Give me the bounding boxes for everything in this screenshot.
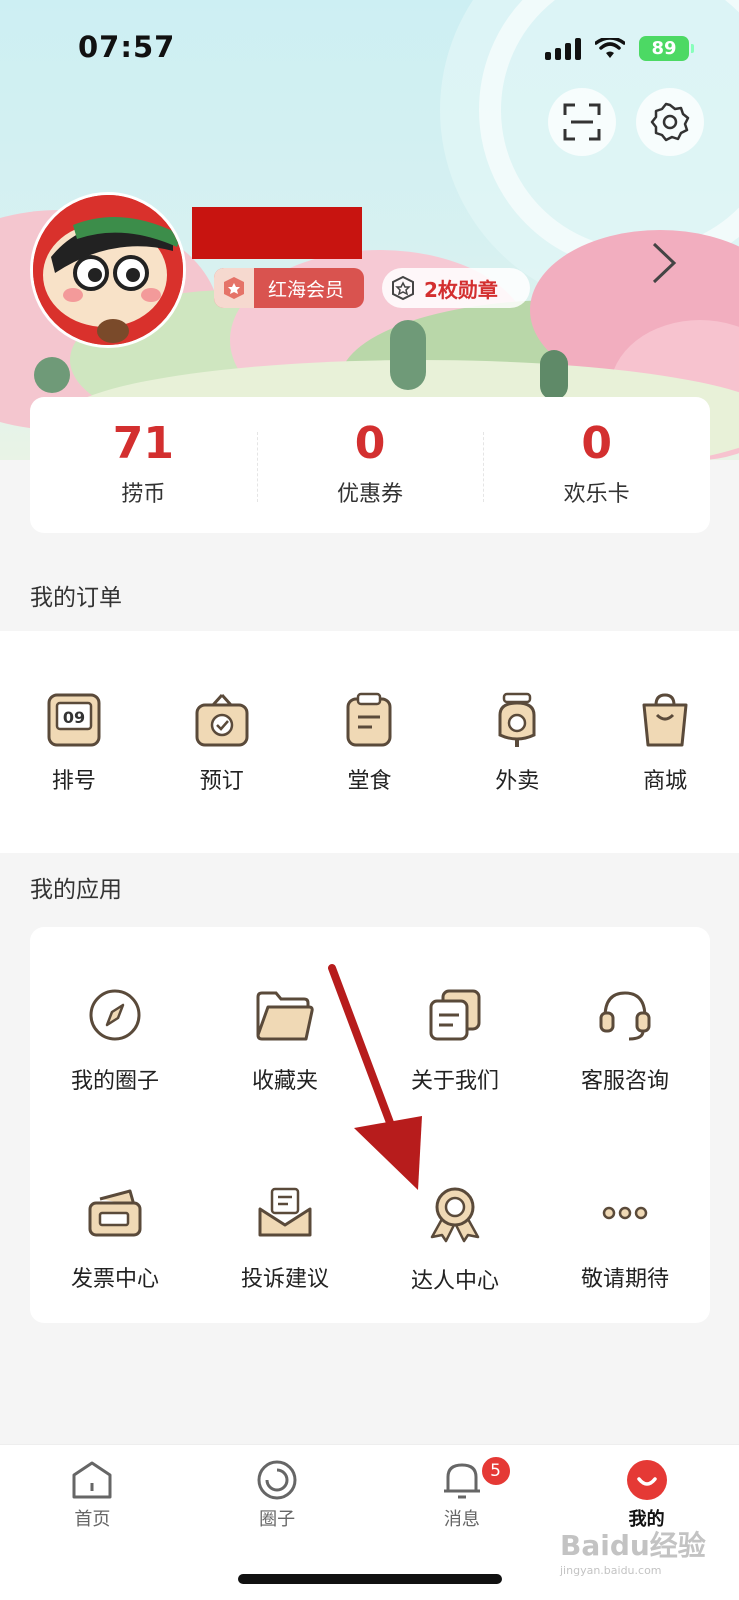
notification-badge: 5 (479, 1455, 512, 1487)
tab-label: 消息 (443, 1509, 480, 1530)
home-indicator (238, 1574, 502, 1584)
gear-icon (650, 102, 690, 142)
vip-label: 红海会员 (268, 278, 345, 301)
apps-section-title: 我的应用 (30, 877, 122, 903)
app-item-feedback[interactable]: 投诉建议 (200, 1125, 370, 1323)
app-item-expert-center[interactable]: 达人中心 (370, 1125, 540, 1323)
order-item-delivery[interactable]: 外卖 (443, 631, 591, 853)
stat-value: 0 (581, 418, 612, 469)
shopping-bag-icon (642, 693, 688, 747)
folder-icon (256, 991, 314, 1041)
app-item-coming-soon[interactable]: 敬请期待 (540, 1125, 710, 1323)
order-item-dine-in[interactable]: 堂食 (296, 631, 444, 853)
watermark: Baidu经验 jingyan.baidu.com (560, 1524, 706, 1577)
apps-grid: 我的圈子 收藏夹 关于我们 客服咨询 发票中心 投诉建议 达人中心 敬请期待 (30, 927, 710, 1323)
order-item-label: 商城 (643, 769, 688, 794)
circle-icon (257, 1460, 297, 1500)
avatar-image (33, 195, 183, 345)
queue-icon-number: 09 (63, 708, 85, 727)
tab-home[interactable]: 首页 (0, 1445, 185, 1600)
tab-label: 圈子 (259, 1509, 296, 1530)
bell-icon (443, 1463, 480, 1499)
app-item-label: 我的圈子 (70, 1069, 159, 1094)
award-icon (430, 1187, 480, 1243)
vip-icon (224, 277, 244, 299)
app-item-label: 投诉建议 (240, 1267, 329, 1292)
app-item-favorites[interactable]: 收藏夹 (200, 927, 370, 1125)
invoice-icon (88, 1189, 142, 1237)
compass-icon (89, 989, 141, 1041)
app-item-customer-service[interactable]: 客服咨询 (540, 927, 710, 1125)
stat-value: 0 (354, 418, 386, 469)
queue-number-icon: 09 (47, 693, 101, 747)
reservation-icon (195, 693, 249, 747)
medal-label: 2枚勋章 (424, 277, 498, 302)
order-item-mall[interactable]: 商城 (591, 631, 739, 853)
stat-coupons[interactable]: 0 优惠券 (256, 418, 484, 508)
watermark-text: Baidu经验 (560, 1529, 706, 1562)
scan-icon (563, 103, 601, 141)
status-time: 07:57 (78, 30, 176, 64)
stat-cards[interactable]: 0 欢乐卡 (483, 422, 710, 508)
app-item-label: 达人中心 (410, 1269, 499, 1294)
app-item-label: 敬请期待 (580, 1267, 669, 1292)
stat-label: 优惠券 (337, 482, 404, 507)
order-item-queue[interactable]: 09 排号 (0, 631, 148, 853)
dine-in-icon (346, 692, 392, 747)
stats-card: 71 捞币 0 优惠券 0 欢乐卡 (30, 397, 710, 533)
home-icon (72, 1461, 112, 1499)
tab-label: 首页 (74, 1509, 111, 1530)
stat-coins[interactable]: 71 捞币 (30, 422, 257, 508)
watermark-url: jingyan.baidu.com (560, 1564, 662, 1577)
signal-icon (545, 37, 581, 60)
settings-button[interactable] (636, 88, 704, 156)
profile-icon (626, 1460, 667, 1500)
stat-label: 欢乐卡 (563, 482, 630, 507)
mail-icon (258, 1187, 312, 1237)
documents-icon (429, 989, 481, 1041)
medal-icon (392, 275, 414, 301)
app-item-label: 发票中心 (70, 1267, 159, 1292)
app-item-label: 收藏夹 (251, 1069, 318, 1094)
medal-badge[interactable]: 2枚勋章 (382, 268, 530, 308)
app-item-label: 客服咨询 (580, 1069, 669, 1094)
avatar[interactable] (30, 192, 186, 348)
delivery-scooter-icon (498, 692, 536, 747)
stat-label: 捞币 (121, 482, 166, 507)
order-item-reservation[interactable]: 预订 (148, 631, 296, 853)
orders-grid: 09 排号 预订 堂食 外卖 商城 (0, 631, 739, 853)
order-item-label: 外卖 (495, 769, 540, 794)
app-item-about-us[interactable]: 关于我们 (370, 927, 540, 1125)
chevron-right-icon[interactable] (648, 240, 680, 286)
scan-button[interactable] (548, 88, 616, 156)
orders-section-title: 我的订单 (30, 585, 122, 611)
app-item-invoice-center[interactable]: 发票中心 (30, 1125, 200, 1323)
order-item-label: 排号 (51, 769, 96, 794)
order-item-label: 预订 (199, 769, 244, 794)
more-icon (602, 1206, 648, 1220)
app-item-label: 关于我们 (410, 1069, 499, 1094)
vip-badge[interactable]: 红海会员 (214, 268, 364, 308)
wifi-icon (595, 37, 625, 58)
username-redacted (192, 207, 362, 259)
headset-icon (599, 991, 651, 1041)
status-icons: 89 (545, 36, 694, 61)
app-item-my-circle[interactable]: 我的圈子 (30, 927, 200, 1125)
order-item-label: 堂食 (347, 769, 392, 794)
stat-value: 71 (112, 418, 174, 469)
battery-indicator: 89 (639, 36, 694, 61)
